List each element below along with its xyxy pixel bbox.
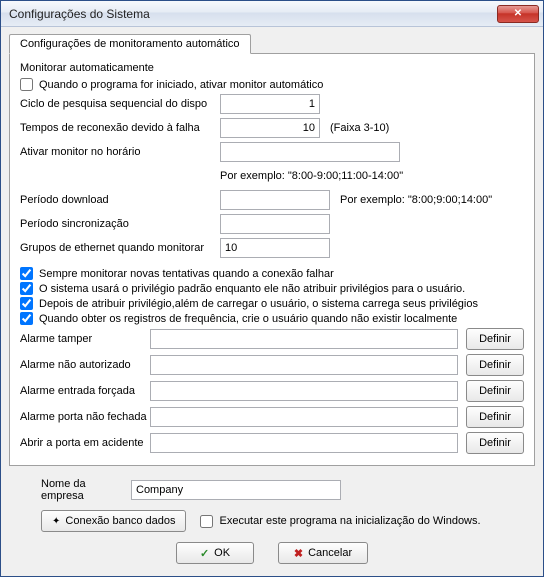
alarm-accident-label: Abrir a porta em acidente [20,437,150,449]
check-create-user[interactable] [20,312,33,325]
alarm-tamper-input[interactable] [150,329,458,349]
alarm-unauth-input[interactable] [150,355,458,375]
x-icon: ✖ [294,547,303,560]
check-default-priv-label: O sistema usará o privilégio padrão enqu… [39,283,465,295]
alarm-forced-define-button[interactable]: Definir [466,380,524,402]
alarm-forced-label: Alarme entrada forçada [20,385,150,397]
window: Configurações do Sistema ✕ Configurações… [0,0,544,577]
poll-cycle-input[interactable] [220,94,320,114]
reconnect-range: (Faixa 3-10) [330,122,389,134]
check-load-priv[interactable] [20,297,33,310]
alarm-unauth-label: Alarme não autorizado [20,359,150,371]
ok-button[interactable]: ✓ OK [176,542,254,564]
download-period-example: Por exemplo: "8:00;9:00;14:00" [340,194,492,206]
auto-start-checkbox[interactable] [20,78,33,91]
tab-label: Configurações de monitoramento automátic… [20,38,240,50]
check-create-user-label: Quando obter os registros de frequência,… [39,313,457,325]
check-retry[interactable] [20,267,33,280]
activate-time-example: Por exemplo: "8:00-9:00;11:00-14:00" [220,170,403,182]
bottom-area: Nome da empresa ✦ Conexão banco dados Ex… [9,466,535,568]
sync-period-label: Período sincronização [20,218,220,230]
activate-time-input[interactable] [220,142,400,162]
run-startup-label: Executar este programa na inicialização … [219,515,480,527]
reconnect-label: Tempos de reconexão devido à falha [20,122,220,134]
client-area: Configurações de monitoramento automátic… [1,27,543,576]
check-icon: ✓ [200,547,209,560]
download-period-input[interactable] [220,190,330,210]
alarm-tamper-label: Alarme tamper [20,333,150,345]
activate-time-label: Ativar monitor no horário [20,146,220,158]
poll-cycle-label: Ciclo de pesquisa sequencial do dispo [20,98,220,110]
alarm-door-open-define-button[interactable]: Definir [466,406,524,428]
alarm-tamper-define-button[interactable]: Definir [466,328,524,350]
cancel-button[interactable]: ✖ Cancelar [278,542,368,564]
sync-period-input[interactable] [220,214,330,234]
eth-groups-input[interactable] [220,238,330,258]
alarm-accident-input[interactable] [150,433,458,453]
alarm-door-open-label: Alarme porta não fechada [20,411,150,423]
tabstrip: Configurações de monitoramento automátic… [9,34,535,54]
section-title: Monitorar automaticamente [20,62,524,74]
company-input[interactable] [131,480,341,500]
close-button[interactable]: ✕ [497,5,539,23]
alarm-accident-define-button[interactable]: Definir [466,432,524,454]
auto-start-label: Quando o programa for iniciado, ativar m… [39,79,323,91]
alarm-forced-input[interactable] [150,381,458,401]
window-title: Configurações do Sistema [9,7,497,21]
tab-auto-monitoring[interactable]: Configurações de monitoramento automátic… [9,34,251,54]
run-startup-checkbox[interactable] [200,515,213,528]
check-retry-label: Sempre monitorar novas tentativas quando… [39,268,334,280]
db-connection-button[interactable]: ✦ Conexão banco dados [41,510,186,532]
tab-panel: Monitorar automaticamente Quando o progr… [9,53,535,466]
titlebar: Configurações do Sistema ✕ [1,1,543,27]
check-default-priv[interactable] [20,282,33,295]
company-label: Nome da empresa [41,478,131,502]
database-icon: ✦ [52,516,60,527]
alarm-unauth-define-button[interactable]: Definir [466,354,524,376]
reconnect-input[interactable] [220,118,320,138]
eth-groups-label: Grupos de ethernet quando monitorar [20,242,220,254]
close-icon: ✕ [514,8,522,19]
download-period-label: Período download [20,194,220,206]
check-load-priv-label: Depois de atribuir privilégio,além de ca… [39,298,478,310]
alarm-door-open-input[interactable] [150,407,458,427]
